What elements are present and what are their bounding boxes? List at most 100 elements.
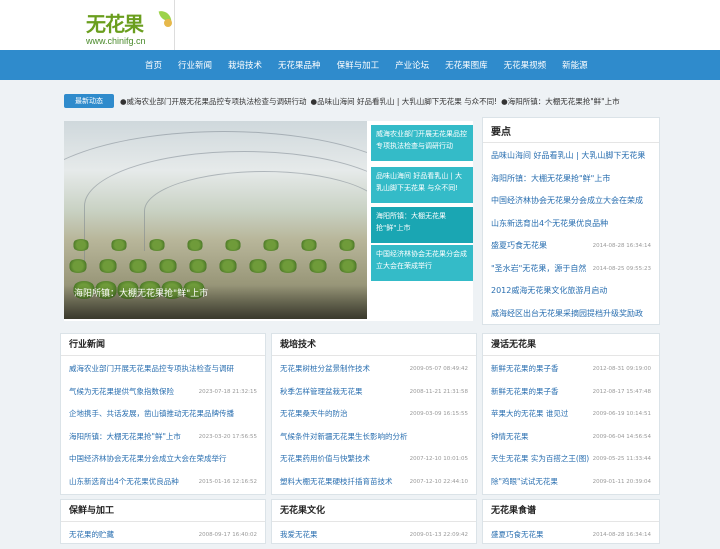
featured-photo[interactable]: 海阳所镇：大棚无花果抢"鲜"上市 — [64, 121, 367, 319]
list-item-text[interactable]: 威海农业部门开展无花果品控专项执法检查与调研 — [69, 364, 234, 373]
slide-thumb[interactable]: 品味山海间 好品看乳山 | 大乳山脚下无花果 与众不同! — [371, 167, 473, 203]
list-item-text[interactable]: 2012威海无花果文化旅游月启动 — [491, 286, 607, 295]
ticker-link[interactable]: ●海阳所镇：大棚无花果抢"鲜"上市 — [501, 97, 619, 106]
list-item[interactable]: 无花果药用价值与快繁技术 2007-12-10 10:01:05 — [280, 448, 468, 471]
list-item-text[interactable]: 中国经济林协会无花果分会成立大会在荣成 — [491, 196, 643, 205]
box-title[interactable]: 无花果食谱 — [483, 500, 659, 522]
list-item[interactable]: 钟情无花果 2009-06-04 14:56:54 — [491, 426, 651, 449]
nav-item[interactable]: 无花果品种 — [278, 59, 321, 71]
nav-item[interactable]: 无花果视频 — [504, 59, 547, 71]
list-item[interactable]: 新鲜无花果的果子香 2012-08-31 09:19:00 — [491, 358, 651, 381]
list-item[interactable]: 无花果树桩分盆景制作技术 2009-05-07 08:49:42 — [280, 358, 468, 381]
list-item[interactable]: 塑料大棚无花果硬枝扦插育苗技术 2007-12-10 22:44:10 — [280, 471, 468, 494]
box-title[interactable]: 行业新闻 — [61, 334, 265, 356]
nav-item[interactable]: 行业新闻 — [178, 59, 212, 71]
slide-thumb[interactable]: 威海农业部门开展无花果品控专项执法检查与调研行动 — [371, 125, 473, 161]
ticker-link[interactable]: ●品味山海间 好品看乳山 | 大乳山脚下无花果 与众不同! — [311, 97, 498, 106]
list-item-text[interactable]: 无花果药用价值与快繁技术 — [280, 454, 370, 463]
list-item[interactable]: 新鲜无花果的果子香 2012-08-17 15:47:48 — [491, 381, 651, 404]
list-item-text[interactable]: 盛夏巧食无花果 — [491, 241, 547, 250]
fig-plant — [186, 239, 204, 251]
list-item-text[interactable]: 塑料大棚无花果硬枝扦插育苗技术 — [280, 477, 393, 486]
box-title[interactable]: 保鲜与加工 — [61, 500, 265, 522]
list-item[interactable]: 山东新选育出4个无花果优良品种 — [491, 213, 651, 236]
list-item-text[interactable]: 无花果桑天牛的防治 — [280, 409, 348, 418]
list-item-text[interactable]: 海阳所镇：大棚无花果抢"鲜"上市 — [491, 174, 610, 183]
list-item-text[interactable]: 我爱无花果 — [280, 530, 318, 539]
list-item-text[interactable]: 山东新选育出4个无花果优良品种 — [69, 477, 179, 486]
box-title[interactable]: 漫话无花果 — [483, 334, 659, 356]
list-item[interactable]: 盛夏巧食无花果 2014-08-28 16:34:14 — [491, 524, 651, 547]
list-item-time: 2014-08-25 09:55:23 — [592, 265, 651, 272]
list-item-text[interactable]: 企地携手、共话发展，凿山镇推动无花果品牌传播 — [69, 409, 234, 418]
list-item[interactable]: 天生无花果 实为百搭之王(图) 2009-05-25 11:33:44 — [491, 448, 651, 471]
list-item[interactable]: 威海经区出台无花果采摘园提档升级奖励政 — [491, 303, 651, 326]
ticker-link[interactable]: ●威海农业部门开展无花果品控专项执法检查与调研行动 — [120, 97, 307, 106]
list-item[interactable]: 气候条件对新疆无花果生长影响的分析 — [280, 426, 468, 449]
list-item[interactable]: 山东新选育出4个无花果优良品种 2015-01-16 12:16:52 — [69, 471, 257, 494]
fig-plant — [338, 259, 358, 273]
list-item-text[interactable]: 天生无花果 实为百搭之王(图) — [491, 454, 589, 463]
list-item[interactable]: 2012威海无花果文化旅游月启动 — [491, 280, 651, 303]
list-item-text[interactable]: 无花果树桩分盆景制作技术 — [280, 364, 370, 373]
slide-list: 威海农业部门开展无花果品控专项执法检查与调研行动 品味山海间 好品看乳山 | 大乳… — [369, 121, 473, 319]
list-item-text[interactable]: 海阳所镇：大棚无花果抢"鲜"上市 — [69, 432, 181, 441]
list-item[interactable]: 无花果桑天牛的防治 2009-03-09 16:15:55 — [280, 403, 468, 426]
list-item-time: 2014-08-28 16:34:14 — [592, 532, 651, 538]
list-item-time: 2008-09-17 16:40:02 — [198, 532, 257, 538]
nav-item[interactable]: 新能源 — [562, 59, 588, 71]
list-item-text[interactable]: 除"鸡眼"试试无花果 — [491, 477, 558, 486]
nav-item[interactable]: 栽培技术 — [228, 59, 262, 71]
top-news-title: 要点 — [483, 118, 659, 143]
list-item-text[interactable]: 气候条件对新疆无花果生长影响的分析 — [280, 432, 408, 441]
list-item-time: 2014-08-28 16:34:14 — [592, 243, 651, 249]
list-item-time: 2009-01-13 22:09:42 — [409, 532, 468, 538]
list-item[interactable]: 气候为无花果提供气象指数保险 2023-07-18 21:32:15 — [69, 381, 257, 404]
slide-caption[interactable]: 海阳所镇：大棚无花果抢"鲜"上市 — [74, 286, 208, 299]
list-item-text[interactable]: 钟情无花果 — [491, 432, 529, 441]
box-title[interactable]: 无花果文化 — [272, 500, 476, 522]
list-item[interactable]: 苹果大的无花果 谁见过 2009-06-19 10:14:51 — [491, 403, 651, 426]
list-item[interactable]: 中国经济林协会无花果分会成立大会在荣成 — [491, 190, 651, 213]
list-item-text[interactable]: 山东新选育出4个无花果优良品种 — [491, 219, 608, 228]
list-item-text[interactable]: 苹果大的无花果 谁见过 — [491, 409, 568, 418]
list-item[interactable]: 盛夏巧食无花果 2014-08-28 16:34:14 — [491, 235, 651, 258]
list-item-text[interactable]: "圣水岩"无花果，源于自然 — [491, 264, 586, 273]
list-item-text[interactable]: 新鲜无花果的果子香 — [491, 364, 559, 373]
list-item-text[interactable]: 无花果的贮藏 — [69, 530, 114, 539]
fig-plant — [68, 259, 88, 273]
box-title[interactable]: 栽培技术 — [272, 334, 476, 356]
site-header: 无花果 www.chinifg.cn — [0, 0, 720, 50]
slide-thumb[interactable]: 中国经济林协会无花果分会成立大会在荣成举行 — [371, 245, 473, 281]
nav-item[interactable]: 保鲜与加工 — [337, 59, 380, 71]
list-item-text[interactable]: 威海经区出台无花果采摘园提档升级奖励政 — [491, 309, 643, 318]
list-item-text[interactable]: 中国经济林协会无花果分会成立大会在荣成举行 — [69, 454, 227, 463]
list-item[interactable]: 秋季怎样管理盆栽无花果 2008-11-21 21:31:58 — [280, 381, 468, 404]
slide-thumb[interactable]: 海阳所镇：大棚无花果抢"鲜"上市 — [371, 207, 473, 243]
box-industry-news: 行业新闻 威海农业部门开展无花果品控专项执法检查与调研 气候为无花果提供气象指数保险… — [60, 333, 266, 495]
list-item-text[interactable]: 气候为无花果提供气象指数保险 — [69, 387, 174, 396]
list-item-text[interactable]: 新鲜无花果的果子香 — [491, 387, 559, 396]
fig-icon — [164, 19, 172, 27]
list-item[interactable]: 除"鸡眼"试试无花果 2009-01-11 20:39:04 — [491, 471, 651, 494]
list-item-text[interactable]: 盛夏巧食无花果 — [491, 530, 544, 539]
list-item[interactable]: 海阳所镇：大棚无花果抢"鲜"上市 2023-03-20 17:56:55 — [69, 426, 257, 449]
nav-item[interactable]: 产业论坛 — [395, 59, 429, 71]
nav-item[interactable]: 无花果图库 — [445, 59, 488, 71]
list-item[interactable]: 海阳所镇：大棚无花果抢"鲜"上市 — [491, 168, 651, 191]
list-item[interactable]: 品味山海间 好品看乳山 | 大乳山脚下无花果 — [491, 145, 651, 168]
list-item-time: 2007-12-10 10:01:05 — [409, 456, 468, 462]
nav-item[interactable]: 首页 — [145, 59, 162, 71]
list-item[interactable]: 中国经济林协会无花果分会成立大会在荣成举行 — [69, 448, 257, 471]
list-item[interactable]: 无花果的贮藏 2008-09-17 16:40:02 — [69, 524, 257, 547]
fig-plant — [110, 239, 128, 251]
list-item[interactable]: 威海农业部门开展无花果品控专项执法检查与调研 — [69, 358, 257, 381]
list-item-text[interactable]: 品味山海间 好品看乳山 | 大乳山脚下无花果 — [491, 151, 645, 160]
site-logo[interactable]: 无花果 www.chinifg.cn — [86, 8, 176, 46]
list-item[interactable]: "圣水岩"无花果，源于自然 2014-08-25 09:55:23 — [491, 258, 651, 281]
list-item-text[interactable]: 秋季怎样管理盆栽无花果 — [280, 387, 363, 396]
box-preservation: 保鲜与加工无花果的贮藏 2008-09-17 16:40:02 — [60, 499, 266, 544]
logo-url: www.chinifg.cn — [86, 36, 146, 46]
list-item[interactable]: 企地携手、共话发展，凿山镇推动无花果品牌传播 — [69, 403, 257, 426]
list-item[interactable]: 我爱无花果 2009-01-13 22:09:42 — [280, 524, 468, 547]
